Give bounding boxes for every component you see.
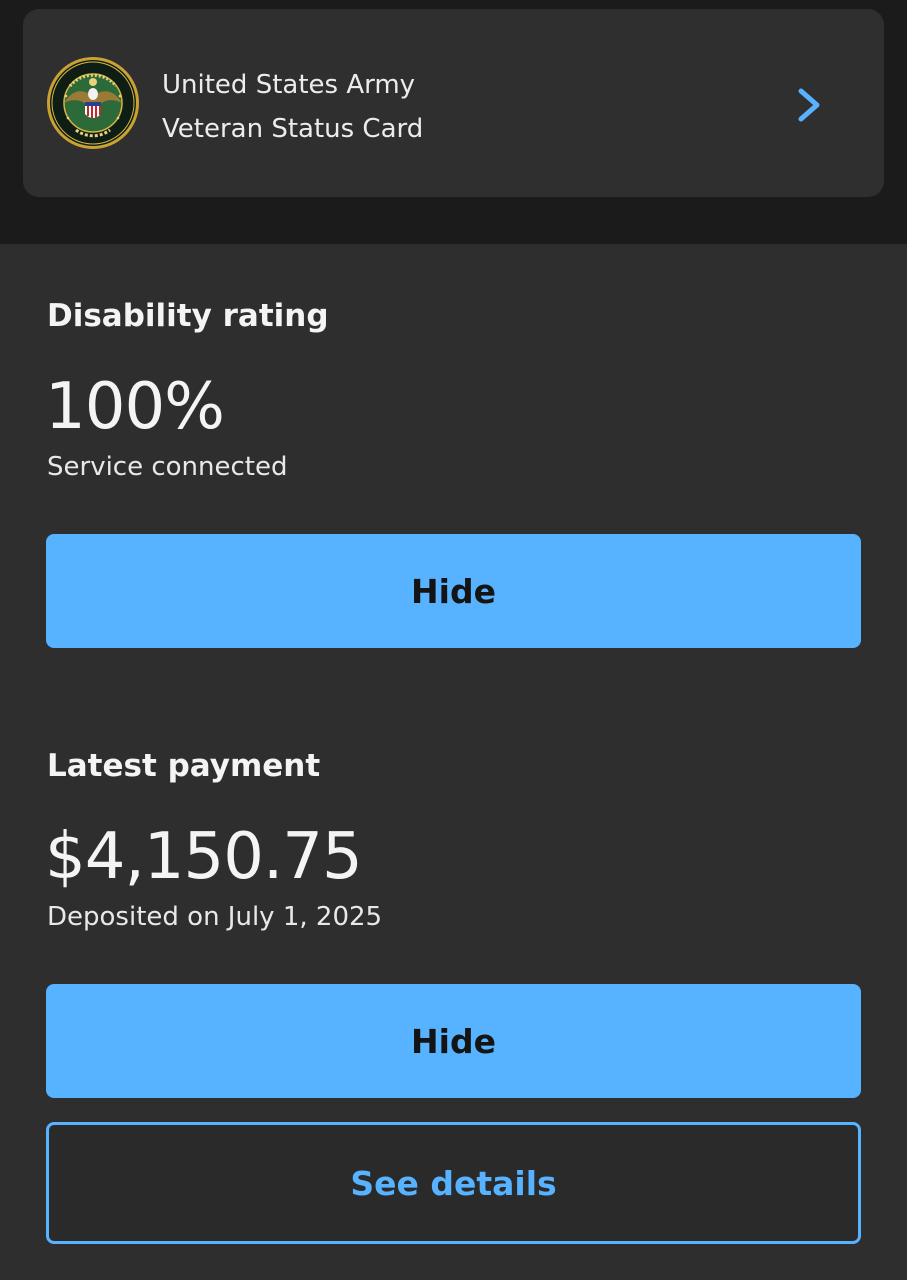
hide-rating-button[interactable]: Hide (46, 534, 861, 648)
army-seal-icon (47, 57, 139, 149)
latest-payment-amount: $4,150.75 (45, 820, 363, 894)
veteran-status-card-link[interactable]: United States Army Veteran Status Card (23, 9, 884, 197)
latest-payment-heading: Latest payment (47, 748, 321, 784)
disability-rating-description: Service connected (47, 452, 288, 482)
veteran-card-line2: Veteran Status Card (162, 114, 424, 144)
latest-payment-description: Deposited on July 1, 2025 (47, 902, 383, 932)
disability-rating-heading: Disability rating (47, 298, 329, 334)
see-details-button[interactable]: See details (46, 1122, 861, 1244)
chevron-right-icon[interactable] (793, 85, 825, 125)
disability-rating-value: 100% (45, 370, 225, 444)
veteran-card-title: United States Army Veteran Status Card (162, 63, 423, 151)
veteran-card-line1: United States Army (162, 70, 416, 100)
hide-payment-button[interactable]: Hide (46, 984, 861, 1098)
